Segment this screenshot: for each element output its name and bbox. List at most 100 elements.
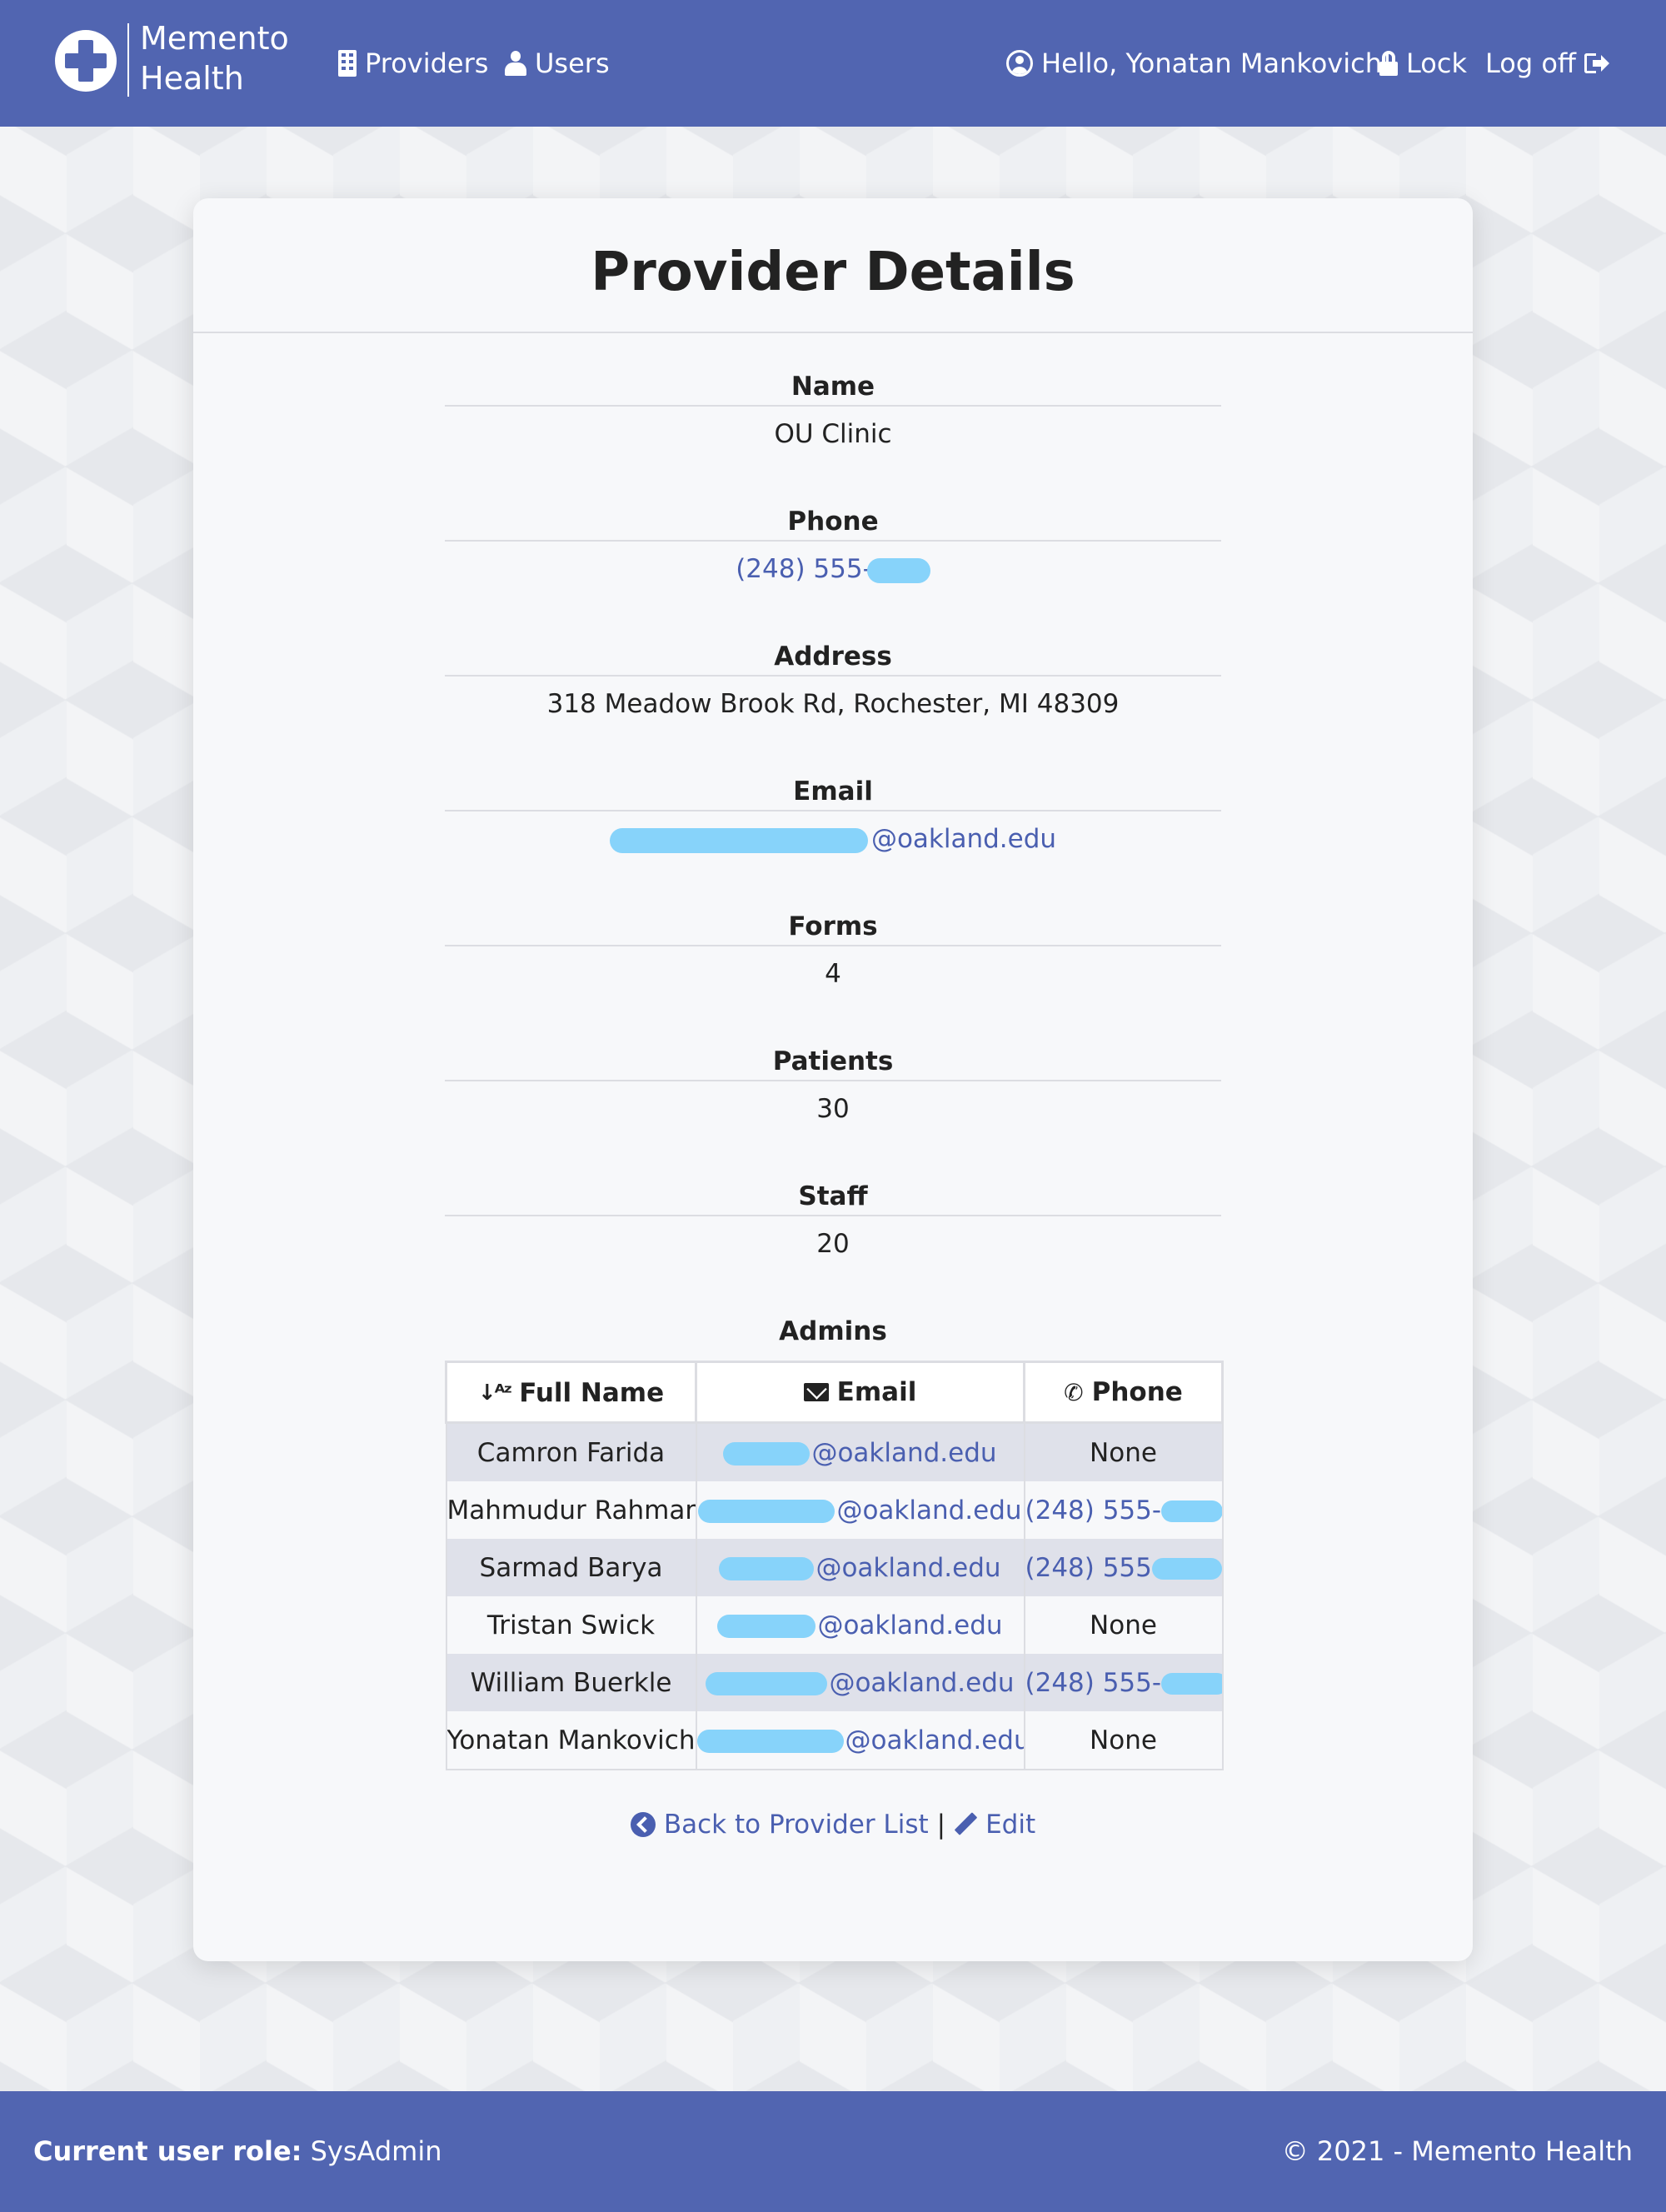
admin-name: William Buerkle: [445, 1654, 697, 1711]
admin-name: Tristan Swick: [445, 1596, 697, 1654]
admin-name: Mahmudur Rahman: [445, 1481, 697, 1539]
field-email: Email @oakland.edu: [445, 773, 1221, 866]
brand-line-2: Health: [140, 60, 244, 97]
pencil-icon: [954, 1813, 977, 1836]
page-title: Provider Details: [591, 242, 1075, 303]
admin-email-link[interactable]: @oakland.edu: [717, 1610, 1003, 1640]
copyright: © 2021 - Memento Health: [1281, 2135, 1633, 2167]
provider-email-link[interactable]: @oakland.edu: [609, 824, 1057, 854]
back-link-label: Back to Provider List: [663, 1810, 929, 1840]
footer: Current user role: SysAdmin © 2021 - Mem…: [0, 2091, 1666, 2212]
provider-email-value: @oakland.edu: [870, 824, 1057, 854]
building-icon: [338, 50, 357, 77]
full-name-header-label: Full Name: [519, 1378, 665, 1408]
brand-line-1: Memento: [140, 20, 289, 57]
sort-alpha-down-icon: ↓ᴬᶻ: [477, 1381, 512, 1406]
admins-label: Admins: [779, 1316, 887, 1346]
medical-cross-logo-icon[interactable]: [55, 30, 117, 92]
role-label: Current user role:: [33, 2135, 302, 2167]
brand-divider: [127, 23, 129, 97]
admin-phone-link[interactable]: (248) 555-: [1025, 1667, 1221, 1698]
admin-email-value: @oakland.edu: [811, 1437, 997, 1468]
admin-phone-value: (248) 555-: [1025, 1495, 1162, 1525]
actions-separator: |: [936, 1810, 946, 1840]
lock-icon: [1379, 51, 1398, 76]
redaction-mark: [1151, 1558, 1221, 1580]
address-label: Address: [445, 638, 1221, 677]
envelope-icon: [803, 1382, 829, 1401]
table-row: Camron Farida @oakland.edu None: [445, 1422, 1224, 1481]
redaction-mark: [717, 1615, 816, 1638]
admin-phone-value: (248) 555: [1025, 1552, 1152, 1583]
admin-email-value: @oakland.edu: [836, 1495, 1022, 1525]
phone-label: Phone: [445, 503, 1221, 542]
title-divider: [193, 332, 1473, 333]
name-value: OU Clinic: [774, 419, 892, 449]
lock-label: Lock: [1406, 47, 1467, 79]
top-navbar: Memento Health Providers Users Hello, Yo…: [0, 0, 1666, 127]
log-off-label: Log off: [1485, 47, 1576, 79]
provider-phone-link[interactable]: (248) 555-: [736, 554, 930, 584]
nav-users-label: Users: [535, 47, 610, 79]
user-circle-icon: [1006, 50, 1033, 77]
field-admins: Admins: [445, 1313, 1221, 1350]
redaction-mark: [698, 1500, 835, 1523]
table-row: Sarmad Barya @oakland.edu (248) 555: [445, 1539, 1224, 1596]
admin-phone-value: (248) 555-: [1025, 1667, 1162, 1698]
nav-providers-link[interactable]: Providers: [338, 43, 488, 83]
table-row: Mahmudur Rahman @oakland.edu (248) 555-: [445, 1481, 1224, 1539]
email-label: Email: [445, 773, 1221, 811]
redaction-mark: [723, 1442, 811, 1466]
email-column-header: Email: [695, 1361, 1025, 1424]
field-forms: Forms 4: [445, 908, 1221, 1001]
admin-name: Camron Farida: [445, 1422, 697, 1481]
admin-phone: None: [1023, 1596, 1224, 1654]
provider-details-card: Provider Details Name OU Clinic Phone (2…: [193, 198, 1473, 1961]
staff-value: 20: [816, 1229, 850, 1259]
redaction-mark: [706, 1672, 828, 1695]
admin-email-link[interactable]: @oakland.edu: [719, 1553, 1001, 1583]
address-value: 318 Meadow Brook Rd, Rochester, MI 48309: [546, 689, 1120, 719]
admin-email-link[interactable]: @oakland.edu: [706, 1667, 1015, 1698]
admin-phone-link[interactable]: (248) 555: [1025, 1552, 1221, 1583]
name-label: Name: [445, 368, 1221, 407]
field-patients: Patients 30: [445, 1043, 1221, 1136]
admin-email-value: @oakland.edu: [829, 1667, 1015, 1698]
admin-email-link[interactable]: @oakland.edu: [698, 1495, 1022, 1525]
brand-name[interactable]: Memento Health: [140, 18, 323, 98]
admin-name: Yonatan Mankovich: [445, 1711, 697, 1770]
admin-email-link[interactable]: @oakland.edu: [723, 1437, 997, 1468]
lock-link[interactable]: Lock: [1379, 43, 1467, 83]
patients-label: Patients: [445, 1043, 1221, 1081]
field-address: Address 318 Meadow Brook Rd, Rochester, …: [445, 638, 1221, 732]
chevron-circle-left-icon: [630, 1812, 656, 1837]
redaction-mark: [719, 1557, 815, 1580]
role-value: SysAdmin: [310, 2135, 442, 2167]
admin-email-value: @oakland.edu: [845, 1725, 1025, 1755]
redaction-mark: [1161, 1500, 1221, 1522]
edit-link[interactable]: Edit: [954, 1810, 1035, 1840]
patients-value: 30: [816, 1094, 850, 1124]
field-staff: Staff 20: [445, 1178, 1221, 1271]
full-name-column-header[interactable]: ↓ᴬᶻ Full Name: [445, 1361, 697, 1424]
table-row: Yonatan Mankovich @oakland.edu None: [445, 1711, 1224, 1770]
back-to-provider-list-link[interactable]: Back to Provider List: [630, 1810, 929, 1840]
phone-icon: ✆: [1064, 1378, 1084, 1406]
phone-column-header: ✆ Phone: [1023, 1361, 1224, 1424]
forms-value: 4: [825, 959, 841, 989]
user-greeting-link[interactable]: Hello, Yonatan Mankovich!: [1006, 43, 1393, 83]
table-row: Tristan Swick @oakland.edu None: [445, 1596, 1224, 1654]
admin-name: Sarmad Barya: [445, 1539, 697, 1596]
nav-providers-label: Providers: [365, 47, 489, 79]
field-phone: Phone (248) 555-: [445, 503, 1221, 597]
admins-table: ↓ᴬᶻ Full Name Email ✆ Phone Camron Farida …: [445, 1361, 1224, 1770]
admin-phone-link[interactable]: (248) 555-: [1025, 1495, 1221, 1525]
log-off-link[interactable]: Log off: [1485, 43, 1609, 83]
forms-label: Forms: [445, 908, 1221, 946]
admin-email-value: @oakland.edu: [817, 1610, 1003, 1640]
staff-label: Staff: [445, 1178, 1221, 1216]
admin-email-link[interactable]: @oakland.edu: [697, 1725, 1025, 1755]
admin-phone: None: [1023, 1422, 1224, 1481]
nav-users-link[interactable]: Users: [505, 43, 610, 83]
table-row: William Buerkle @oakland.edu (248) 555-: [445, 1654, 1224, 1711]
